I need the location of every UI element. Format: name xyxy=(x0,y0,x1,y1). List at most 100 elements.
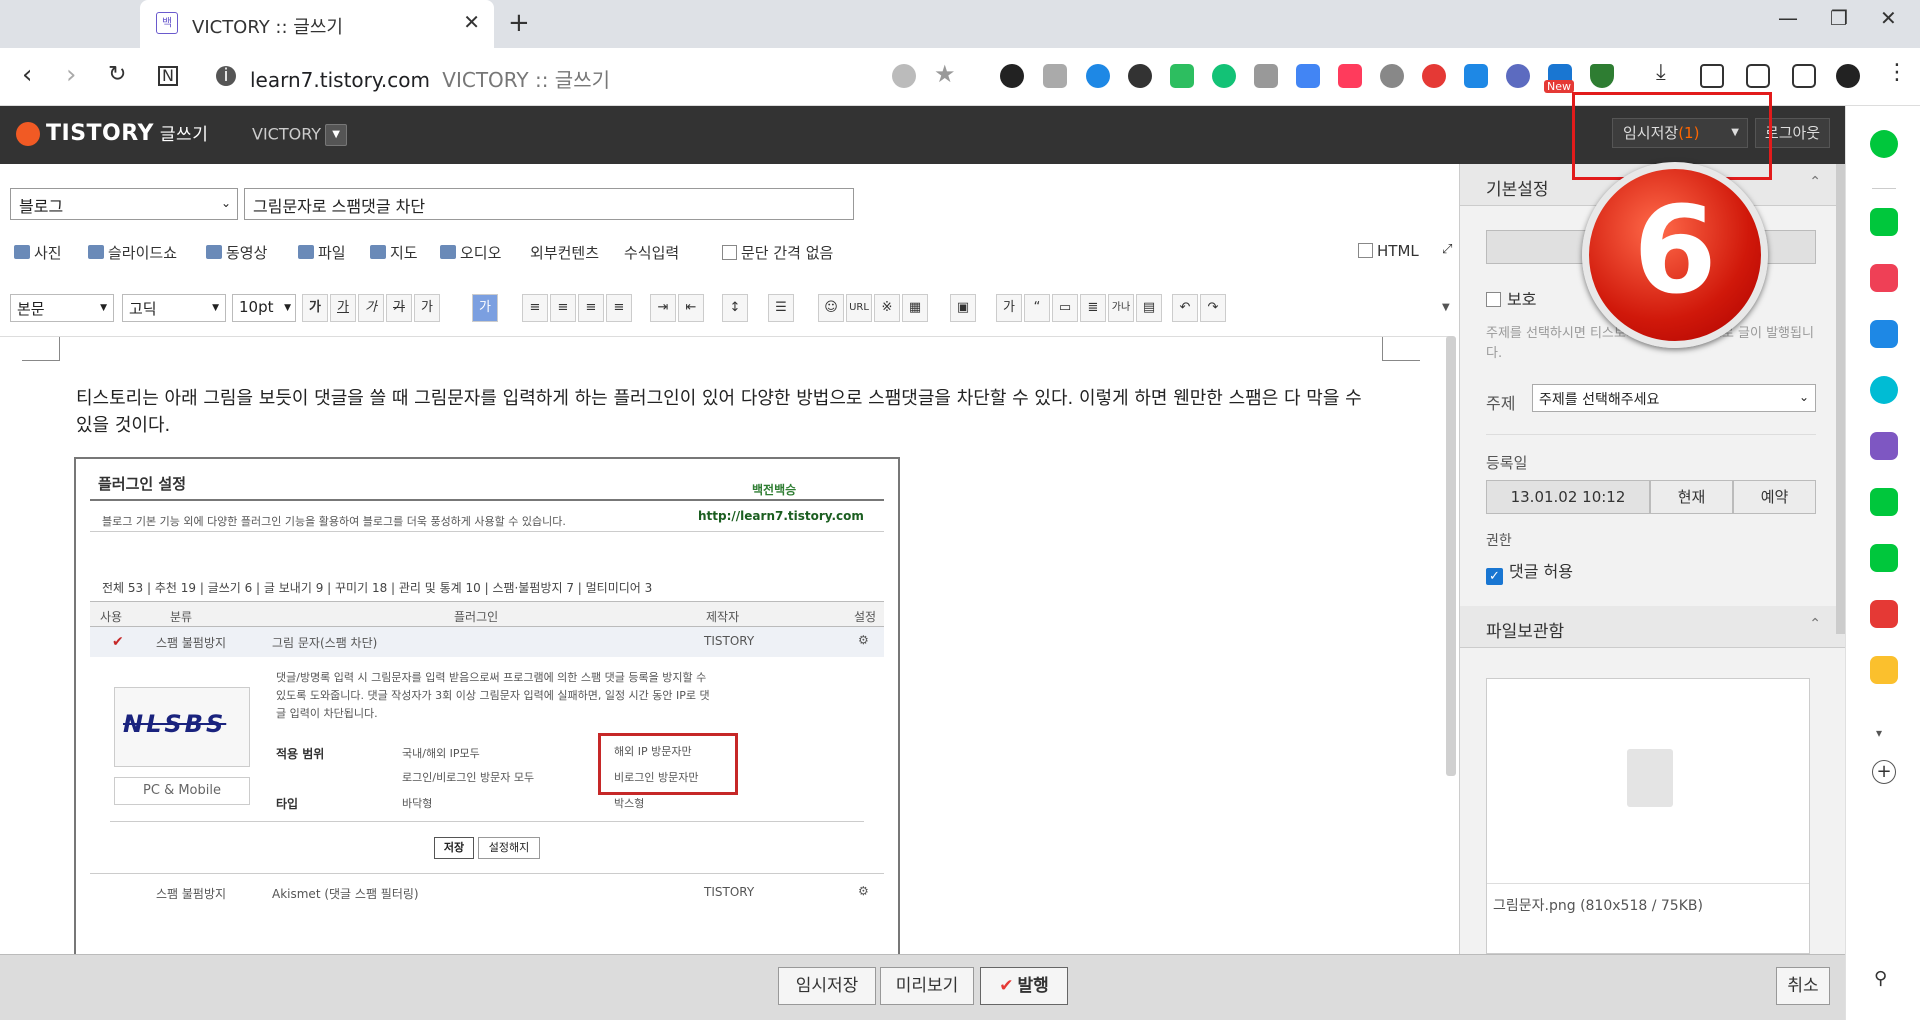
font-select[interactable]: 고딕 ▼ xyxy=(122,294,226,322)
text-box-icon[interactable]: 가 xyxy=(996,294,1022,322)
editor-scrollbar[interactable] xyxy=(1446,336,1456,776)
youtube-icon[interactable] xyxy=(1870,600,1898,628)
edge-icon[interactable] xyxy=(1870,376,1898,404)
download-icon[interactable]: ⤓ xyxy=(1656,60,1666,85)
strike-button[interactable]: 가 xyxy=(386,294,412,322)
protect-option[interactable]: 보호 xyxy=(1486,286,1536,310)
panel-scrollbar[interactable] xyxy=(1836,164,1845,634)
bell-icon[interactable] xyxy=(1870,208,1898,236)
star-app-icon[interactable] xyxy=(1870,656,1898,684)
list-icon[interactable]: ☰ xyxy=(768,294,794,322)
now-button[interactable]: 현재 xyxy=(1650,480,1733,514)
checkbox[interactable] xyxy=(1358,243,1373,258)
insert-audio-button[interactable]: 오디오 xyxy=(440,242,501,263)
line-height-icon[interactable]: ↕ xyxy=(722,294,748,322)
sync-icon[interactable] xyxy=(1422,64,1446,88)
insert-map-button[interactable]: 지도 xyxy=(370,242,418,263)
star-icon[interactable]: ★ xyxy=(934,60,956,88)
no-paragraph-space-toggle[interactable]: 문단 간격 없음 xyxy=(722,242,833,263)
reader-icon[interactable] xyxy=(1746,64,1770,88)
evernote-icon[interactable] xyxy=(1170,64,1194,88)
emoticon-icon[interactable]: ☺ xyxy=(818,294,844,322)
temp-save-button[interactable]: 임시저장 xyxy=(778,967,876,1005)
file-list[interactable]: 그림문자.png (810x518 / 75KB) xyxy=(1486,678,1810,954)
check-shield-icon[interactable] xyxy=(1590,64,1614,88)
fullscreen-icon[interactable]: ⤢ xyxy=(1442,242,1452,257)
menu-icon[interactable]: ⋮ xyxy=(1886,60,1908,85)
tistory-logo[interactable]: TISTORY 글쓰기 xyxy=(16,120,208,146)
share-icon[interactable] xyxy=(1380,64,1404,88)
bulb-icon[interactable] xyxy=(1870,432,1898,460)
category-select[interactable]: 블로그 ⌄ xyxy=(10,188,238,220)
pocket-icon[interactable] xyxy=(1870,264,1898,292)
preview-button[interactable]: 미리보기 xyxy=(880,967,974,1005)
cancel-button[interactable]: 취소 xyxy=(1776,967,1830,1005)
profile-avatar[interactable] xyxy=(1836,64,1860,88)
highlight-button[interactable]: 가 xyxy=(472,294,498,322)
divider-icon[interactable]: ▭ xyxy=(1052,294,1078,322)
file-box-header[interactable]: 파일보관함 ⌃ xyxy=(1460,606,1845,648)
square-icon[interactable] xyxy=(1870,544,1898,572)
spellcheck-icon[interactable]: 가나 xyxy=(1108,294,1134,322)
quote-icon[interactable]: “ xyxy=(1024,294,1050,322)
indent-icon[interactable]: ⇥ xyxy=(650,294,676,322)
shield-icon[interactable] xyxy=(892,64,916,88)
undo-icon[interactable]: ↶ xyxy=(1172,294,1198,322)
minimize-icon[interactable]: — xyxy=(1778,6,1798,30)
topic-select[interactable]: 주제를 선택해주세요 ⌄ xyxy=(1532,384,1816,412)
link-button[interactable]: URL xyxy=(846,294,872,322)
translate-icon[interactable] xyxy=(1296,64,1320,88)
html-toggle[interactable]: HTML xyxy=(1358,242,1419,260)
clip-icon[interactable] xyxy=(1338,64,1362,88)
globe-icon[interactable] xyxy=(1086,64,1110,88)
title-input[interactable]: 그림문자로 스팸댓글 차단 xyxy=(244,188,854,220)
window-close-icon[interactable]: ✕ xyxy=(1880,6,1897,30)
blog-selector[interactable]: VICTORY ▼ xyxy=(252,124,348,146)
outdent-icon[interactable]: ⇤ xyxy=(678,294,704,322)
justify-icon[interactable]: ≡ xyxy=(606,294,632,322)
info-icon[interactable]: i xyxy=(216,66,236,86)
office-icon[interactable] xyxy=(1254,64,1278,88)
editor-content[interactable]: 티스토리는 아래 그림을 보듯이 댓글을 쓸 때 그림문자를 입력하게 하는 플… xyxy=(0,336,1450,954)
toolbar-expand-icon[interactable]: ▼ xyxy=(1442,302,1450,313)
insert-file-button[interactable]: 파일 xyxy=(298,242,346,263)
checkbox[interactable] xyxy=(722,245,737,260)
browser-tab[interactable]: 백 VICTORY :: 글쓰기 ✕ xyxy=(140,0,494,48)
italic-button[interactable]: 가 xyxy=(358,294,384,322)
pin-icon[interactable]: ⚲ xyxy=(1874,968,1887,989)
add-icon[interactable]: + xyxy=(1872,760,1896,784)
reload-icon[interactable]: ↻ xyxy=(108,62,126,87)
briefcase-icon[interactable] xyxy=(1870,320,1898,348)
reserve-button[interactable]: 예약 xyxy=(1733,480,1816,514)
back-icon[interactable]: ‹ xyxy=(22,60,32,90)
naver-icon[interactable] xyxy=(1870,130,1898,158)
underline-button[interactable]: 가 xyxy=(330,294,356,322)
align-right-icon[interactable]: ≡ xyxy=(578,294,604,322)
size-select[interactable]: 10pt ▼ xyxy=(232,294,296,322)
code-icon[interactable]: ▤ xyxy=(1136,294,1162,322)
mail-icon[interactable] xyxy=(1043,64,1067,88)
line-icon[interactable] xyxy=(1212,64,1236,88)
embedded-screenshot[interactable]: 플러그인 설정 백전백승 http://learn7.tistory.com 블… xyxy=(74,457,900,954)
n-icon[interactable]: N xyxy=(158,66,178,86)
redo-icon[interactable]: ↷ xyxy=(1200,294,1226,322)
regdate-field[interactable]: 13.01.02 10:12 xyxy=(1486,480,1650,514)
insert-external-button[interactable]: 외부컨텐츠 xyxy=(530,242,599,263)
allow-comment-option[interactable]: ✓ 댓글 허용 xyxy=(1486,558,1573,585)
file-item[interactable]: 그림문자.png (810x518 / 75KB) xyxy=(1493,895,1703,915)
bookmark-icon[interactable] xyxy=(1870,488,1898,516)
align-left-icon[interactable]: ≡ xyxy=(522,294,548,322)
resize-icon[interactable] xyxy=(1464,64,1488,88)
special-char-icon[interactable]: ※ xyxy=(874,294,900,322)
mouse-icon[interactable] xyxy=(1128,64,1152,88)
box-icon[interactable]: ▣ xyxy=(950,294,976,322)
chevron-down-icon[interactable]: ▾ xyxy=(1876,726,1882,740)
forward-icon[interactable]: › xyxy=(66,60,76,90)
align-center-icon[interactable]: ≡ xyxy=(550,294,576,322)
planet-icon[interactable] xyxy=(1506,64,1530,88)
insert-slideshow-button[interactable]: 슬라이드쇼 xyxy=(88,242,177,263)
new-tab-icon[interactable]: + xyxy=(508,8,530,38)
insert-video-button[interactable]: 동영상 xyxy=(206,242,267,263)
close-tab-icon[interactable]: ✕ xyxy=(463,10,480,34)
bold-button[interactable]: 가 xyxy=(302,294,328,322)
